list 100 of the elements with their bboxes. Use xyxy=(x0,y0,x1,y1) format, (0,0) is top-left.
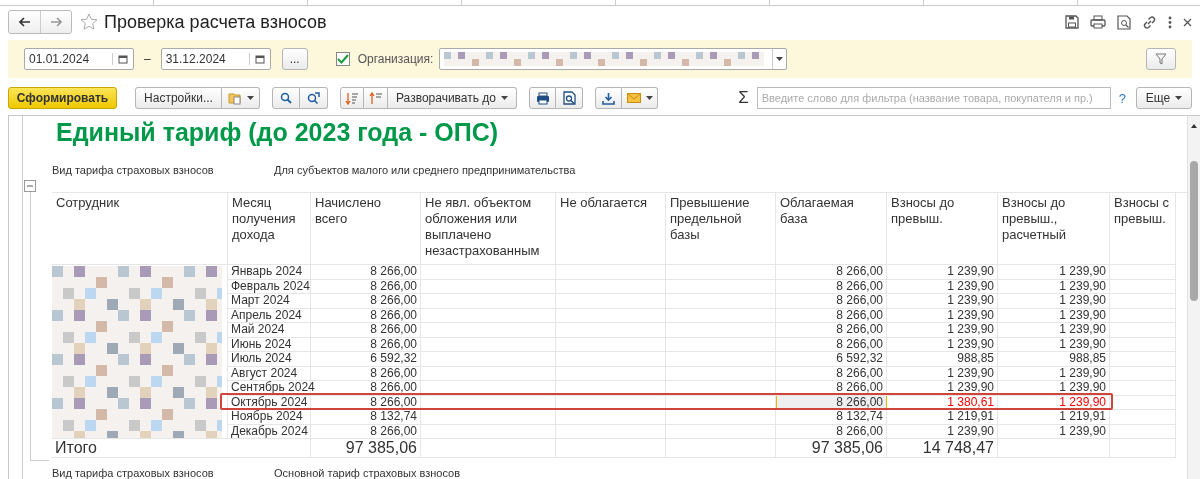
save-icon[interactable] xyxy=(1065,15,1079,29)
email-button[interactable] xyxy=(622,87,658,109)
table-cell xyxy=(1110,424,1176,439)
table-cell xyxy=(1110,410,1176,425)
table-cell xyxy=(1110,265,1176,280)
table-cell: 1 239,90 xyxy=(887,323,998,338)
caret-icon xyxy=(645,96,653,100)
filter-search-field[interactable]: Введите слово для фильтра (название товара, покупателя и пр.) xyxy=(756,87,1111,109)
column-header: Взносы до превыш., расчетный xyxy=(998,193,1110,265)
table-cell: Февраль 2024 xyxy=(228,279,311,294)
table-cell: 1 239,90 xyxy=(998,381,1110,396)
table-cell: Июль 2024 xyxy=(228,352,311,367)
help-link[interactable]: ? xyxy=(1118,90,1126,106)
sum-sign[interactable]: Σ xyxy=(738,88,749,108)
checkbox[interactable] xyxy=(335,52,350,66)
envelope-icon xyxy=(626,93,641,103)
tariff-label: Вид тарифа страховых взносов xyxy=(52,164,215,178)
table-cell: 1 239,90 xyxy=(998,424,1110,439)
sort-descending-icon xyxy=(345,91,359,105)
settings-button[interactable]: Настройки... xyxy=(135,87,222,109)
preview-icon xyxy=(562,91,576,105)
table-cell: 1 239,90 xyxy=(887,366,998,381)
more-dropdown[interactable]: Еще xyxy=(1136,87,1192,109)
table-cell xyxy=(1110,323,1176,338)
report-title: Единый тариф (до 2023 года - ОПС) xyxy=(55,117,500,148)
preview-icon[interactable] xyxy=(1117,14,1131,30)
table-cell: Май 2024 xyxy=(228,323,311,338)
table-cell: 1 239,90 xyxy=(887,308,998,323)
table-cell xyxy=(1110,308,1176,323)
table-cell[interactable]: 8 266,00 xyxy=(776,424,887,439)
table-cell: 1 239,90 xyxy=(887,294,998,309)
table-cell[interactable]: 8 132,74 xyxy=(776,410,887,425)
table-cell: 988,85 xyxy=(998,352,1110,367)
table-cell: 1 239,90 xyxy=(887,424,998,439)
table-cell: 8 266,00 xyxy=(311,337,421,352)
table-cell[interactable]: 8 266,00 xyxy=(776,366,887,381)
table-cell: 1 239,90 xyxy=(998,265,1110,280)
print-button[interactable] xyxy=(529,87,556,109)
table-cell: Январь 2024 xyxy=(228,265,311,280)
collapse-icon[interactable] xyxy=(24,180,36,192)
link-icon[interactable] xyxy=(1142,14,1157,30)
period-button[interactable]: ... xyxy=(281,48,308,70)
table-cell[interactable]: 6 592,32 xyxy=(776,352,887,367)
table-cell[interactable]: 8 266,00 xyxy=(776,294,887,309)
variant-button[interactable] xyxy=(222,87,260,109)
search-next-button[interactable] xyxy=(300,87,328,109)
date-field[interactable]: 01.01.2024 xyxy=(24,48,134,70)
table-cell xyxy=(1110,352,1176,367)
printer-icon xyxy=(535,91,550,105)
table-cell xyxy=(1110,366,1176,381)
table-cell[interactable]: 8 266,00 xyxy=(776,323,887,338)
table-cell: 1 239,90 xyxy=(887,381,998,396)
print-icon[interactable] xyxy=(1090,15,1106,29)
table-cell: Март 2024 xyxy=(228,294,311,309)
table-cell: 988,85 xyxy=(887,352,998,367)
table-cell: Август 2024 xyxy=(228,366,311,381)
column-header: Месяц получения дохода xyxy=(228,193,311,265)
more-icon[interactable] xyxy=(1168,15,1172,29)
table-cell: 8 266,00 xyxy=(311,424,421,439)
table-cell: 1 239,90 xyxy=(887,265,998,280)
download-icon xyxy=(602,91,615,105)
table-cell: Ноябрь 2024 xyxy=(228,410,311,425)
caret-icon xyxy=(501,96,508,100)
close-icon[interactable] xyxy=(1183,17,1192,27)
star-icon[interactable] xyxy=(80,13,98,31)
table-cell[interactable]: 8 266,00 xyxy=(776,308,887,323)
scrollbar[interactable] xyxy=(1187,116,1200,479)
scroll-up-icon[interactable] xyxy=(1191,124,1197,128)
table-cell[interactable]: 8 266,00 xyxy=(776,381,887,396)
funnel-icon xyxy=(1155,53,1167,65)
table-cell[interactable]: 8 266,00 xyxy=(776,265,887,280)
column-header: Превышение предельной базы xyxy=(666,193,776,265)
table-cell: 1 239,90 xyxy=(998,395,1110,410)
table-cell: Апрель 2024 xyxy=(228,308,311,323)
table-cell: 1 239,90 xyxy=(998,337,1110,352)
table-cell[interactable]: 8 266,00 xyxy=(776,337,887,352)
table-cell xyxy=(1110,279,1176,294)
download-button[interactable] xyxy=(595,87,622,109)
search-button[interactable] xyxy=(272,87,300,109)
column-header: Сотрудник xyxy=(52,193,228,265)
table-cell xyxy=(1110,337,1176,352)
folder-icon xyxy=(227,91,242,105)
scroll-thumb[interactable] xyxy=(1190,161,1198,301)
dash: – xyxy=(144,52,151,66)
table-cell: Октябрь 2024 xyxy=(228,395,311,410)
table-cell: 1 219,91 xyxy=(998,410,1110,425)
table-cell[interactable]: 8 266,00 xyxy=(776,279,887,294)
column-header: Не облагается xyxy=(556,193,666,265)
organization-label: Организация: xyxy=(357,52,434,66)
preview-button[interactable] xyxy=(556,87,583,109)
date-field[interactable]: 31.12.2024 xyxy=(160,48,271,70)
sort-descending-button[interactable] xyxy=(340,87,364,109)
tariff-value: Для субъектов малого или среднего предпринимательства xyxy=(274,164,576,178)
table-cell xyxy=(1110,395,1176,410)
table-cell: 8 266,00 xyxy=(311,366,421,381)
generate-button[interactable]: Сформировать xyxy=(8,87,117,109)
expand-dropdown[interactable]: Разворачивать до xyxy=(388,87,517,109)
table-cell: 8 266,00 xyxy=(311,265,421,280)
organization-field[interactable] xyxy=(439,48,788,70)
table-cell: Июнь 2024 xyxy=(228,337,311,352)
